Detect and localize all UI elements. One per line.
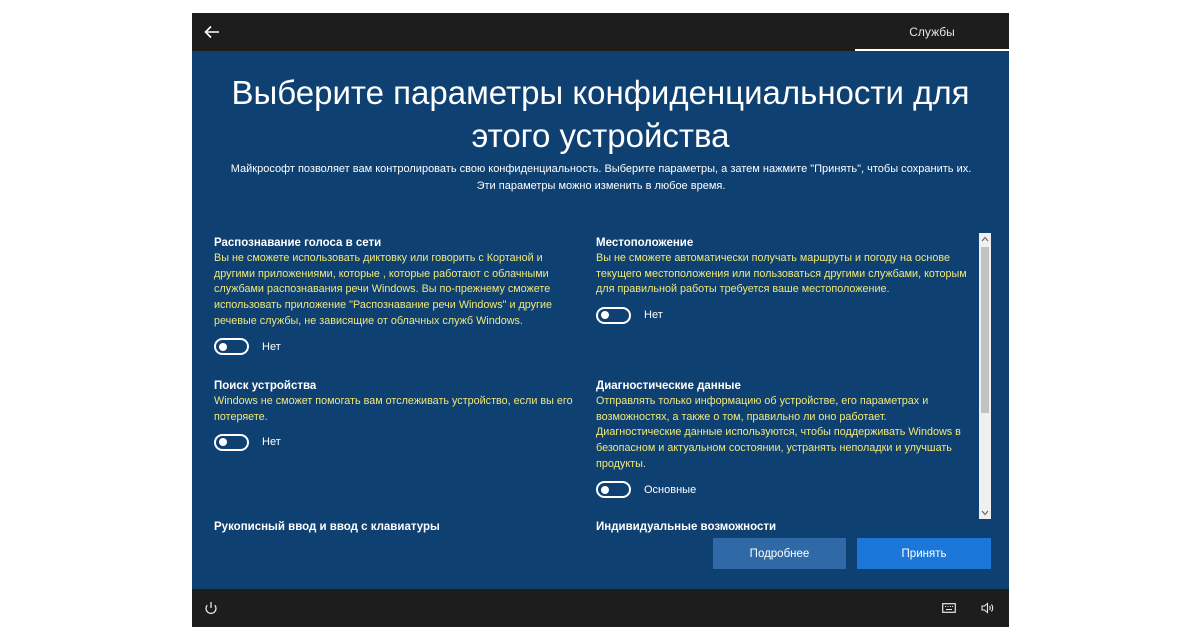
toggle-state-label: Нет (262, 340, 281, 353)
toggle-state-label: Основные (644, 483, 697, 496)
location-toggle[interactable]: Нет (596, 305, 970, 325)
page-subtitle: Майкрософт позволяет вам контролировать … (230, 163, 972, 192)
online-speech-toggle[interactable]: Нет (214, 337, 586, 357)
top-bar: Службы (192, 13, 1009, 51)
volume-icon (981, 602, 994, 614)
toggle-switch[interactable] (596, 306, 631, 324)
chevron-up-icon (981, 236, 989, 242)
setting-tailored-experiences: Индивидуальные возможности (596, 519, 970, 533)
tab-services[interactable]: Службы (855, 13, 1009, 51)
learn-more-button[interactable]: Подробнее (713, 538, 846, 569)
accept-button[interactable]: Принять (857, 538, 991, 569)
ease-of-access-button[interactable] (202, 600, 220, 616)
setting-description: Отправлять только информацию об устройст… (596, 395, 961, 470)
scrollbar[interactable] (979, 233, 991, 519)
diagnostics-toggle[interactable]: Основные (596, 480, 970, 500)
tab-services-label: Службы (909, 25, 955, 39)
arrow-left-icon (204, 25, 219, 39)
scroll-thumb[interactable] (981, 247, 989, 413)
page-title: Выберите параметры конфиденциальности дл… (231, 74, 970, 154)
toggle-switch[interactable] (214, 338, 249, 356)
toggle-state-label: Нет (262, 436, 281, 449)
scroll-up-arrow[interactable] (979, 233, 991, 245)
scroll-down-arrow[interactable] (979, 507, 991, 519)
ease-of-access-icon (205, 602, 217, 615)
setting-title: Распознавание голоса в сети (214, 237, 382, 249)
toggle-switch[interactable] (596, 481, 631, 499)
setting-description: Windows не сможет помогать вам отслежива… (214, 395, 573, 423)
setting-diagnostics: Диагностические данные Отправлять только… (596, 378, 970, 500)
bottom-bar (192, 589, 1009, 627)
setting-title: Поиск устройства (214, 380, 317, 392)
keyboard-button[interactable] (940, 600, 958, 616)
back-button[interactable] (198, 19, 226, 45)
setting-title: Индивидуальные возможности (596, 521, 777, 533)
setting-title: Местоположение (596, 237, 694, 249)
toggle-switch[interactable] (214, 433, 249, 451)
oobe-window: Службы Выберите параметры конфиденциальн… (192, 13, 1009, 627)
keyboard-icon (942, 603, 956, 613)
volume-button[interactable] (979, 600, 997, 616)
setting-title: Диагностические данные (596, 380, 741, 392)
setting-inking-typing: Рукописный ввод и ввод с клавиатуры (214, 519, 586, 533)
setting-description: Вы не сможете автоматически получать мар… (596, 252, 967, 296)
setting-find-my-device: Поиск устройства Windows не сможет помог… (214, 378, 586, 452)
settings-list: Распознавание голоса в сети Вы не сможет… (192, 233, 1009, 533)
setting-online-speech: Распознавание голоса в сети Вы не сможет… (214, 235, 586, 357)
setting-description: Вы не сможете использовать диктовку или … (214, 252, 553, 327)
setting-title: Рукописный ввод и ввод с клавиатуры (214, 521, 440, 533)
toggle-state-label: Нет (644, 309, 663, 322)
setting-location: Местоположение Вы не сможете автоматичес… (596, 235, 970, 325)
chevron-down-icon (981, 510, 989, 516)
tab-underline (855, 49, 1009, 51)
find-my-device-toggle[interactable]: Нет (214, 432, 586, 452)
